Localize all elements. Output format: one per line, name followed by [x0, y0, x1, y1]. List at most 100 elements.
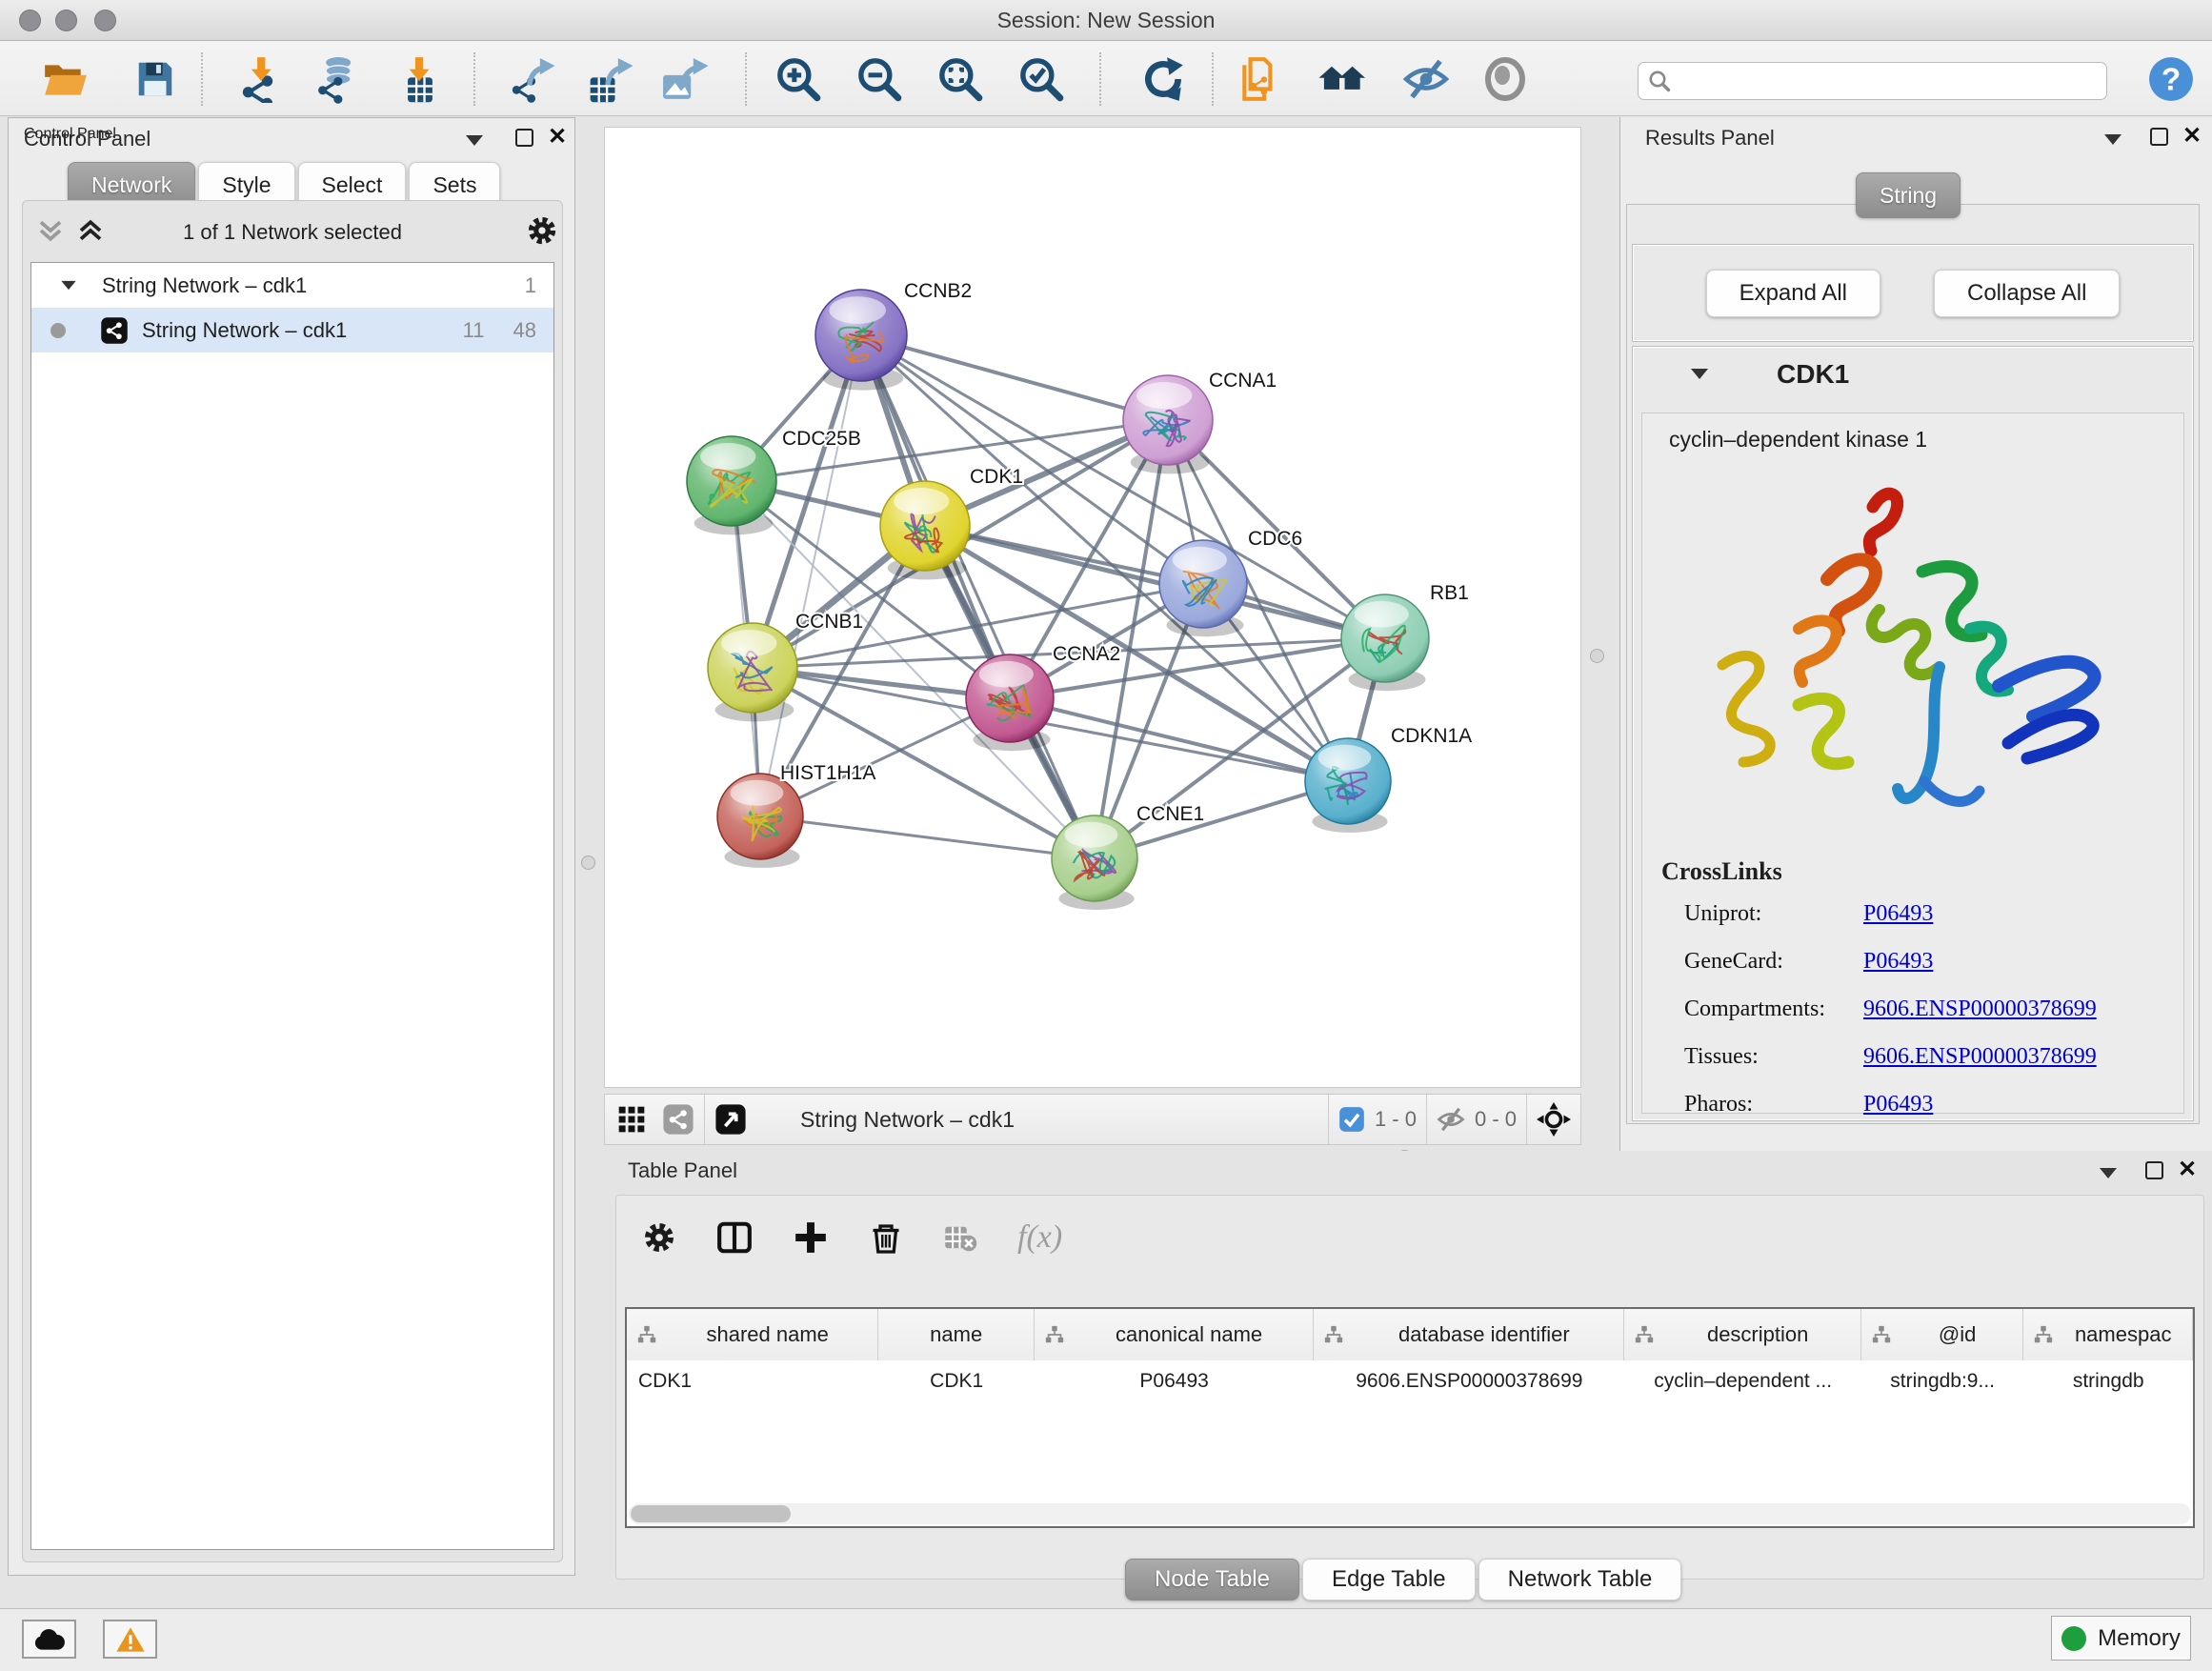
network-edge[interactable]	[861, 335, 1095, 858]
network-view-canvas[interactable]: CCNB2CCNA1CDC25BCDK1CDC6RB1CCNB1CCNA2CDK…	[604, 127, 1581, 1088]
column-header[interactable]: description	[1624, 1309, 1860, 1360]
network-node[interactable]: HIST1H1A	[717, 762, 875, 868]
table-cell[interactable]: stringdb:9...	[1861, 1360, 2024, 1402]
panel-close-icon[interactable]: ✕	[548, 126, 567, 149]
table-settings-gear-icon[interactable]	[642, 1220, 676, 1255]
tab-network-table[interactable]: Network Table	[1478, 1559, 1682, 1601]
node-label: HIST1H1A	[780, 762, 875, 784]
network-node[interactable]: RB1	[1341, 582, 1469, 691]
table-cell[interactable]: CDK1	[878, 1360, 1035, 1402]
zoom-selected-icon[interactable]	[1016, 54, 1066, 104]
memory-button[interactable]: Memory	[2051, 1616, 2191, 1661]
crosslink-link[interactable]: 9606.ENSP00000378699	[1863, 1044, 2097, 1070]
node-table-rows: CDK1CDK1P064939606.ENSP00000378699cyclin…	[627, 1360, 2193, 1402]
panel-close-icon[interactable]: ✕	[2182, 125, 2202, 148]
panel-float-icon[interactable]	[2150, 128, 2168, 146]
network-node[interactable]: CDC25B	[687, 428, 861, 534]
birds-eye-icon[interactable]	[1537, 1102, 1571, 1137]
zoom-in-icon[interactable]	[774, 54, 823, 104]
splitter-handle[interactable]	[581, 856, 595, 870]
level-of-detail-icon[interactable]	[1480, 54, 1530, 104]
panel-float-icon[interactable]	[515, 129, 533, 147]
crosslink-link[interactable]: P06493	[1863, 1092, 1933, 1117]
table-cell[interactable]: stringdb	[2023, 1360, 2193, 1402]
delete-table-icon[interactable]	[943, 1220, 977, 1255]
column-header[interactable]: canonical name	[1035, 1309, 1314, 1360]
splitter-handle[interactable]	[1590, 649, 1604, 663]
grid-view-icon[interactable]	[616, 1104, 647, 1135]
table-cell[interactable]: CDK1	[627, 1360, 878, 1402]
network-edge[interactable]	[760, 335, 861, 816]
tab-edge-table[interactable]: Edge Table	[1302, 1559, 1476, 1601]
add-column-icon[interactable]	[793, 1219, 829, 1256]
panel-menu-icon[interactable]	[466, 135, 483, 146]
hidden-eye-icon[interactable]	[1437, 1105, 1465, 1134]
import-network-database-icon[interactable]	[312, 54, 361, 104]
export-image-icon[interactable]	[660, 54, 710, 104]
export-network-icon[interactable]	[507, 54, 556, 104]
network-edge[interactable]	[925, 526, 1385, 638]
collapse-section-icon[interactable]	[1691, 369, 1708, 379]
import-table-file-icon[interactable]	[392, 54, 442, 104]
table-toolbar: f(x)	[642, 1219, 1062, 1256]
export-table-icon[interactable]	[585, 54, 634, 104]
table-cell[interactable]: cyclin–dependent ...	[1624, 1360, 1860, 1402]
network-node[interactable]: CCNA1	[1123, 370, 1277, 473]
panel-float-icon[interactable]	[2145, 1161, 2163, 1179]
svg-text:?: ?	[2162, 62, 2181, 97]
scrollbar-thumb[interactable]	[631, 1505, 791, 1522]
panel-menu-icon[interactable]	[2104, 134, 2122, 145]
column-header[interactable]: database identifier	[1314, 1309, 1624, 1360]
column-header[interactable]: name	[878, 1309, 1035, 1360]
crosslink-link[interactable]: 9606.ENSP00000378699	[1863, 997, 2097, 1022]
tab-node-table[interactable]: Node Table	[1125, 1559, 1299, 1601]
import-network-file-icon[interactable]	[231, 54, 280, 104]
search-input[interactable]	[1671, 70, 2081, 92]
node-table[interactable]: shared namenamecanonical namedatabase id…	[625, 1307, 2195, 1528]
select-columns-icon[interactable]	[716, 1219, 753, 1256]
delete-column-icon[interactable]	[869, 1220, 903, 1255]
panel-menu-icon[interactable]	[2100, 1168, 2117, 1178]
selected-count: 1 - 0	[1375, 1107, 1417, 1132]
window-title: Session: New Session	[0, 8, 2212, 33]
search-field[interactable]	[1638, 62, 2107, 100]
network-edge[interactable]	[760, 816, 1095, 858]
table-cell[interactable]: P06493	[1035, 1360, 1314, 1402]
clone-network-icon[interactable]	[1236, 54, 1285, 104]
network-collection-row[interactable]: String Network – cdk1 1	[31, 263, 553, 308]
zoom-out-icon[interactable]	[855, 54, 904, 104]
detach-view-icon[interactable]	[714, 1103, 747, 1136]
panel-close-icon[interactable]: ✕	[2178, 1158, 2197, 1181]
fit-content-icon[interactable]	[935, 54, 985, 104]
column-header[interactable]: namespac	[2023, 1309, 2193, 1360]
network-row[interactable]: String Network – cdk1 11 48	[31, 308, 553, 352]
string-home-icon[interactable]	[1318, 54, 1368, 104]
column-header[interactable]: @id	[1861, 1309, 2024, 1360]
warning-button[interactable]	[103, 1620, 157, 1659]
network-node[interactable]: CDK1	[880, 466, 1023, 579]
network-share-icon[interactable]	[662, 1103, 694, 1136]
crosslink-link[interactable]: P06493	[1863, 901, 1933, 927]
tab-string[interactable]: String	[1856, 172, 1961, 218]
help-icon[interactable]: ?	[2146, 54, 2196, 104]
show-hide-graphics-icon[interactable]	[1401, 54, 1451, 104]
refresh-icon[interactable]	[1138, 54, 1188, 104]
collapse-all-button[interactable]: Collapse All	[1934, 270, 2120, 317]
column-header[interactable]: shared name	[627, 1309, 878, 1360]
function-builder-icon[interactable]: f(x)	[1017, 1219, 1062, 1256]
network-node[interactable]: CCNB1	[708, 611, 863, 721]
open-session-icon[interactable]	[40, 54, 90, 104]
cloud-button[interactable]	[22, 1620, 76, 1659]
table-row[interactable]: CDK1CDK1P064939606.ENSP00000378699cyclin…	[627, 1360, 2193, 1402]
collapse-icon[interactable]	[61, 281, 75, 290]
horizontal-scrollbar[interactable]	[629, 1503, 2191, 1524]
selected-checkbox-icon[interactable]	[1338, 1106, 1365, 1133]
table-cell[interactable]: 9606.ENSP00000378699	[1314, 1360, 1624, 1402]
expand-all-button[interactable]: Expand All	[1706, 270, 1880, 317]
save-session-icon[interactable]	[131, 54, 180, 104]
gear-icon[interactable]	[526, 214, 558, 247]
network-node[interactable]: CDKN1A	[1305, 725, 1472, 833]
collection-count: 1	[525, 273, 536, 298]
crosslink-link[interactable]: P06493	[1863, 949, 1933, 975]
network-node[interactable]: CCNB2	[815, 280, 972, 391]
